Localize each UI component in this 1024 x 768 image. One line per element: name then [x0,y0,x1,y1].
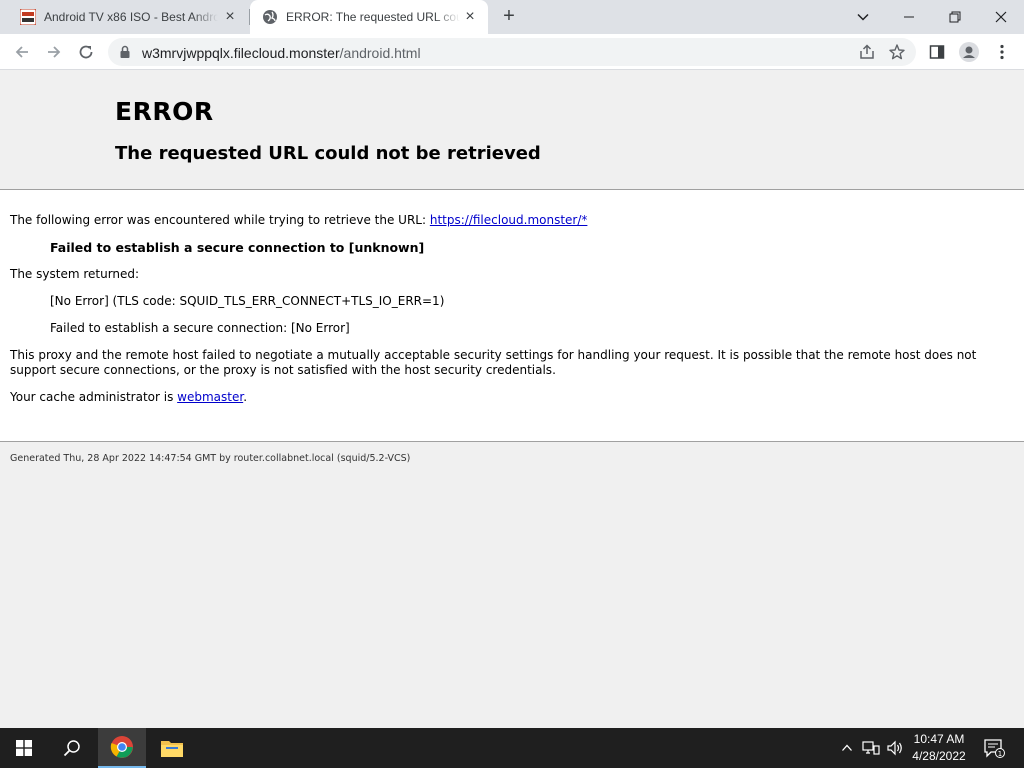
admin-suffix: . [243,390,248,404]
taskbar: 10:47 AM 4/28/2022 1 [0,728,1024,768]
folder-icon [161,741,183,757]
url-domain: w3mrvjwppqlx.filecloud.monster [142,45,340,61]
close-window-button[interactable] [978,0,1024,34]
webmaster-link[interactable]: webmaster [177,390,243,404]
system-error-code: [No Error] (TLS code: SQUID_TLS_ERR_CONN… [50,294,445,308]
search-icon [63,740,80,757]
chevron-down-icon [857,13,869,21]
browser-toolbar: w3mrvjwppqlx.filecloud.monster/android.h… [0,34,1024,70]
tab-error-page[interactable]: ERROR: The requested URL could not be re… [250,0,488,34]
network-button[interactable] [860,728,882,768]
close-tab-icon[interactable]: × [462,9,478,25]
close-icon [995,11,1007,23]
page-subtitle: The requested URL could not be retrieved [115,143,541,164]
volume-button[interactable] [884,728,906,768]
new-tab-button[interactable]: + [498,6,520,28]
browser-menu-button[interactable] [990,40,1014,64]
chevron-up-icon [842,744,852,751]
taskbar-file-explorer-app[interactable] [148,728,196,768]
tab-title: ERROR: The requested URL could not be re… [286,10,460,24]
profile-button[interactable] [957,40,981,64]
show-hidden-icons-button[interactable] [838,728,856,768]
requested-url-link[interactable]: https://filecloud.monster/* [430,213,588,227]
reload-icon [79,45,93,59]
admin-text: Your cache administrator is [10,390,178,404]
clock-date: 4/28/2022 [912,749,966,763]
page-content: ERROR The requested URL could not be ret… [0,70,1024,728]
tab-strip: Android TV x86 ISO - Best Android × ERRO… [0,0,1024,34]
notification-count: 1 [998,750,1002,758]
taskbar-clock[interactable]: 10:47 AM 4/28/2022 [905,731,973,765]
taskbar-search-button[interactable] [48,728,96,768]
system-returned-label: The system returned: [10,267,140,281]
minimize-button[interactable] [886,0,932,34]
globe-icon [263,10,277,24]
notification-center-button[interactable]: 1 [980,728,1008,768]
close-tab-icon[interactable]: × [222,9,238,25]
error-details: The following error was encountered whil… [0,190,1024,442]
url-text[interactable]: w3mrvjwppqlx.filecloud.monster/android.h… [142,45,421,61]
reload-button[interactable] [72,38,100,66]
intro-paragraph: The following error was encountered whil… [10,213,1010,228]
network-icon [862,741,880,755]
error-header: ERROR The requested URL could not be ret… [0,70,1024,190]
intro-text: The following error was encountered whil… [10,213,430,227]
clock-time: 10:47 AM [913,732,965,746]
arrow-right-icon [48,46,61,58]
lock-icon[interactable] [118,45,132,59]
bookmark-star-icon[interactable] [888,43,906,61]
generated-footer: Generated Thu, 28 Apr 2022 14:47:54 GMT … [10,453,411,464]
tab-search-button[interactable] [840,0,886,34]
taskbar-chrome-app[interactable] [98,728,146,768]
side-panel-icon [929,45,945,59]
explanation-paragraph: This proxy and the remote host failed to… [10,348,977,377]
restore-button[interactable] [932,0,978,34]
forward-button[interactable] [40,38,68,66]
error-title: Failed to establish a secure connection … [50,240,425,255]
arrow-left-icon [15,46,28,58]
side-panel-button[interactable] [925,40,949,64]
notification-icon: 1 [984,739,1005,758]
speaker-icon [887,740,902,756]
avatar-icon [959,42,979,62]
windows-logo-icon [16,740,32,756]
admin-paragraph: Your cache administrator is webmaster. [10,390,1010,405]
tab-android-tv[interactable]: Android TV x86 ISO - Best Android × [8,0,248,34]
minimize-icon [904,16,914,18]
chrome-icon [110,736,133,758]
secure-connection-error: Failed to establish a secure connection:… [50,321,350,335]
address-bar[interactable]: w3mrvjwppqlx.filecloud.monster/android.h… [108,38,916,66]
page-title: ERROR [115,97,214,126]
restore-icon [949,11,961,23]
kebab-menu-icon [1000,44,1004,60]
start-button[interactable] [0,728,48,768]
url-path: /android.html [339,45,421,61]
tab-title: Android TV x86 ISO - Best Android [44,10,218,24]
techtips-favicon-icon [20,9,36,25]
back-button[interactable] [8,38,36,66]
share-icon[interactable] [858,43,876,61]
